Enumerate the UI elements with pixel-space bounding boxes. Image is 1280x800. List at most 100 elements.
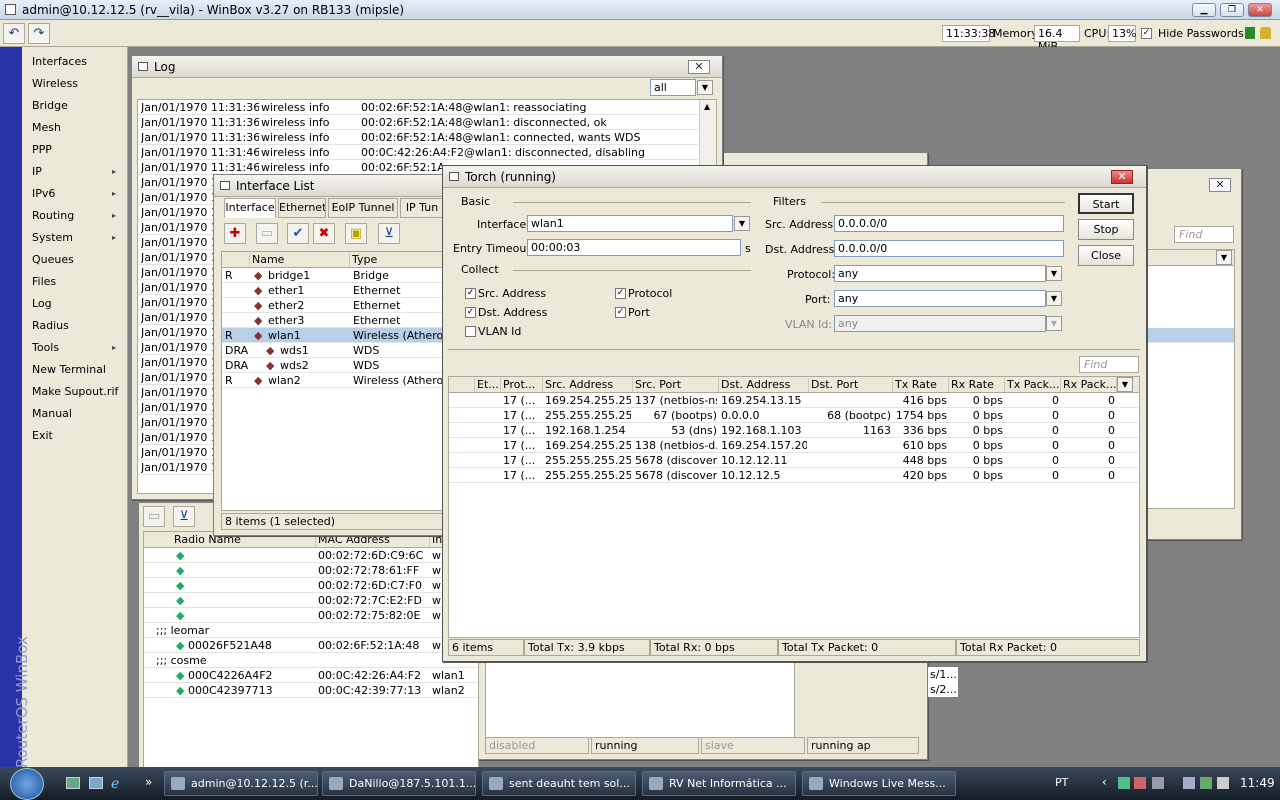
sidebar-item-queues[interactable]: Queues: [32, 253, 74, 266]
protocol-select[interactable]: any: [834, 265, 1046, 282]
start-button[interactable]: Start: [1078, 193, 1134, 214]
wireless-find-input[interactable]: Find: [1174, 226, 1234, 243]
undo-icon[interactable]: ↶: [3, 23, 25, 44]
torch-row[interactable]: 17 (... 255.255.255.255 5678 (discovery) 10…: [449, 468, 1139, 483]
sidebar-item-log[interactable]: Log: [32, 297, 52, 310]
column-chooser-icon[interactable]: ▼: [1216, 250, 1232, 265]
vlan-id-select[interactable]: any: [834, 315, 1046, 332]
taskbar-button[interactable]: sent deauht tem sol...: [482, 771, 636, 796]
interface-row[interactable]: DRA ◆ wds2 WDS: [222, 358, 460, 373]
column-chooser-icon[interactable]: ▼: [1117, 377, 1133, 392]
log-filter-select[interactable]: all: [650, 79, 696, 96]
wireless-close-icon[interactable]: ✕: [1209, 178, 1231, 192]
tray-chevron-icon[interactable]: ‹: [1102, 775, 1107, 789]
show-desktop-icon[interactable]: [66, 777, 80, 789]
collect-vlan-id-checkbox[interactable]: [465, 326, 476, 337]
taskbar-button[interactable]: DaNillo@187.5.101.1...: [322, 771, 476, 796]
quicklaunch-window-icon[interactable]: [89, 777, 103, 789]
torch-row[interactable]: 17 (... 169.254.255.255 137 (netbios-ns) 16…: [449, 393, 1139, 408]
tray-device-icon[interactable]: [1152, 777, 1164, 789]
entry-timeout-input[interactable]: 00:00:03: [527, 239, 741, 256]
sidebar-item-bridge[interactable]: Bridge: [32, 99, 68, 112]
torch-col-dport[interactable]: Dst. Port: [809, 378, 893, 392]
close-button[interactable]: ✕: [1248, 3, 1272, 17]
torch-close-icon[interactable]: ✕: [1111, 170, 1133, 184]
sidebar-item-new-terminal[interactable]: New Terminal: [32, 363, 106, 376]
log-row[interactable]: Jan/01/1970 11:31:36 wireless info 00:02:6…: [138, 130, 698, 145]
tray-battery-icon[interactable]: [1183, 777, 1195, 789]
log-row[interactable]: Jan/01/1970 11:31:46 wireless info 00:0C:4…: [138, 145, 698, 160]
log-filter-dropdown-icon[interactable]: ▼: [697, 80, 713, 95]
close-button[interactable]: Close: [1078, 245, 1134, 266]
log-row[interactable]: Jan/01/1970 11:31:36 wireless info 00:02:6…: [138, 115, 698, 130]
stop-button[interactable]: Stop: [1078, 219, 1134, 240]
collect-dst-address-checkbox[interactable]: ✓: [465, 307, 476, 318]
torch-col-src[interactable]: Src. Address: [543, 378, 633, 392]
torch-col-txp[interactable]: Tx Pack...: [1005, 378, 1061, 392]
add-icon[interactable]: ✚: [224, 223, 246, 244]
tab-interface[interactable]: Interface: [224, 198, 276, 218]
tab-ethernet[interactable]: Ethernet: [278, 198, 326, 218]
col-flags[interactable]: [222, 253, 250, 267]
torch-col-rxp[interactable]: Rx Pack...: [1061, 378, 1117, 392]
port-dropdown-icon[interactable]: ▼: [1046, 291, 1062, 306]
registration-row[interactable]: ◆ 00026F521A48 00:02:6F:52:1A:48 wl: [144, 638, 478, 653]
torch-col-sport[interactable]: Src. Port: [633, 378, 719, 392]
torch-row[interactable]: 17 (... 169.254.255.255 138 (netbios-d... 1…: [449, 438, 1139, 453]
sidebar-item-manual[interactable]: Manual: [32, 407, 72, 420]
interface-select[interactable]: wlan1: [527, 215, 733, 232]
sidebar-item-tools[interactable]: Tools: [32, 341, 59, 354]
volume-icon[interactable]: [1217, 777, 1229, 789]
interface-row[interactable]: ◆ ether3 Ethernet: [222, 313, 460, 328]
torch-col-tx[interactable]: Tx Rate: [893, 378, 949, 392]
dst-address-input[interactable]: 0.0.0.0/0: [834, 240, 1064, 257]
hide-passwords-checkbox[interactable]: ✓: [1141, 28, 1152, 39]
col-name[interactable]: Name: [250, 253, 350, 267]
comment-icon[interactable]: ▣: [345, 223, 367, 244]
remove-icon[interactable]: ▭: [256, 223, 278, 244]
log-row[interactable]: Jan/01/1970 11:31:36 wireless info 00:02:6…: [138, 100, 698, 115]
ie-icon[interactable]: ℯ: [111, 776, 119, 792]
registration-row[interactable]: ◆ 00:02:72:6D:C9:6C wl: [144, 548, 478, 563]
torch-col-rx[interactable]: Rx Rate: [949, 378, 1005, 392]
taskbar-button[interactable]: Windows Live Mess...: [802, 771, 956, 796]
tray-antivirus-icon[interactable]: [1200, 777, 1212, 789]
maximize-button[interactable]: ❐: [1220, 3, 1244, 17]
sidebar-item-interfaces[interactable]: Interfaces: [32, 55, 87, 68]
collect-src-address-checkbox[interactable]: ✓: [465, 288, 476, 299]
registration-row[interactable]: ◆ 00:02:72:6D:C7:F0 wl: [144, 578, 478, 593]
tab-eoip-tunnel[interactable]: EoIP Tunnel: [328, 198, 398, 218]
taskbar-button[interactable]: admin@10.12.12.5 (r...: [164, 771, 318, 796]
registration-row[interactable]: ◆ 000C4226A4F2 00:0C:42:26:A4:F2 wlan1: [144, 668, 478, 683]
registration-row[interactable]: ;;; cosme: [144, 653, 478, 668]
start-orb-icon[interactable]: [10, 768, 44, 800]
registration-row[interactable]: ◆ 00:02:72:75:82:0E wl: [144, 608, 478, 623]
registration-row[interactable]: ◆ 000C42397713 00:0C:42:39:77:13 wlan2: [144, 683, 478, 698]
sidebar-item-wireless[interactable]: Wireless: [32, 77, 78, 90]
sidebar-item-system[interactable]: System: [32, 231, 73, 244]
protocol-dropdown-icon[interactable]: ▼: [1046, 266, 1062, 281]
torch-col-et[interactable]: Et...: [475, 378, 501, 392]
interface-dropdown-icon[interactable]: ▼: [734, 216, 750, 231]
torch-find-input[interactable]: Find: [1079, 356, 1139, 373]
port-select[interactable]: any: [834, 290, 1046, 307]
sidebar-item-exit[interactable]: Exit: [32, 429, 53, 442]
registration-row[interactable]: ◆ 00:02:72:78:61:FF wl: [144, 563, 478, 578]
interface-row[interactable]: R ◆ wlan2 Wireless (Atheros A: [222, 373, 460, 388]
sidebar-item-routing[interactable]: Routing: [32, 209, 74, 222]
sidebar-item-ppp[interactable]: PPP: [32, 143, 52, 156]
torch-col-proto[interactable]: Prot...: [501, 378, 543, 392]
tray-network-icon[interactable]: [1118, 777, 1130, 789]
torch-row[interactable]: 17 (... 255.255.255.255 67 (bootps) 0.0.0.0…: [449, 408, 1139, 423]
language-indicator[interactable]: PT: [1055, 776, 1068, 789]
disable-icon[interactable]: ✖: [313, 223, 335, 244]
sidebar-item-ip[interactable]: IP: [32, 165, 42, 178]
enable-icon[interactable]: ✔: [287, 223, 309, 244]
sidebar-item-mesh[interactable]: Mesh: [32, 121, 61, 134]
vlan-dropdown-icon[interactable]: ▼: [1046, 316, 1062, 331]
redo-icon[interactable]: ↷: [28, 23, 50, 44]
sidebar-item-radius[interactable]: Radius: [32, 319, 69, 332]
tray-messenger-icon[interactable]: [1134, 777, 1146, 789]
collect-protocol-checkbox[interactable]: ✓: [615, 288, 626, 299]
remove-icon[interactable]: ▭: [143, 506, 165, 527]
